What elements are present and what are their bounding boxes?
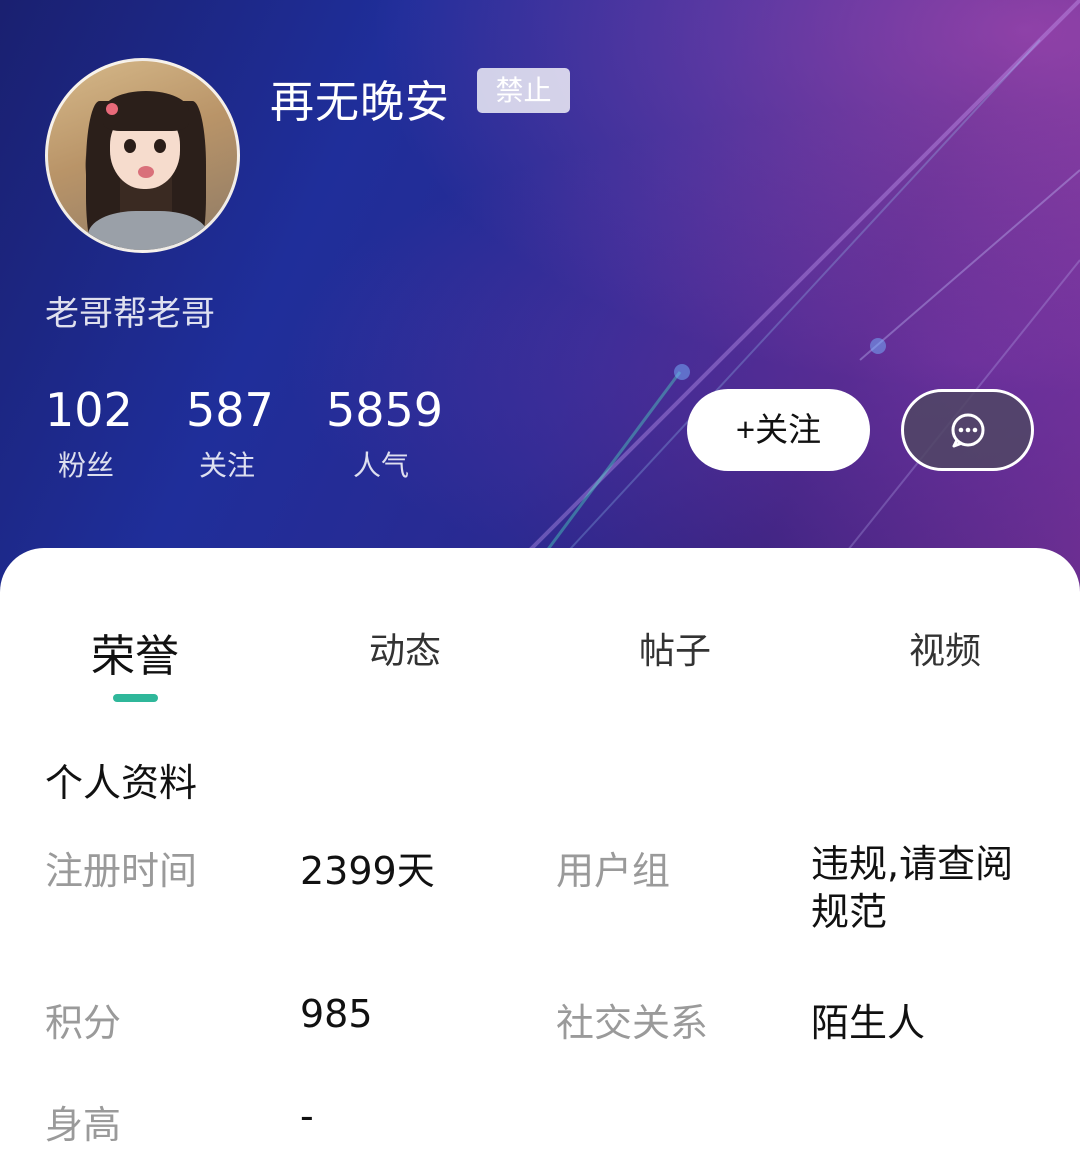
stat-following[interactable]: 587 关注 xyxy=(186,382,274,484)
section-title: 个人资料 xyxy=(45,761,198,805)
status-badge: 禁止 xyxy=(477,68,570,113)
stat-label: 粉丝 xyxy=(57,449,114,482)
avatar[interactable] xyxy=(45,58,240,253)
tab-videos[interactable]: 视频 xyxy=(885,622,1005,674)
stat-fans[interactable]: 102 粉丝 xyxy=(45,382,133,484)
field-value-points: 985 xyxy=(300,992,373,1036)
tab-posts[interactable]: 帖子 xyxy=(615,622,735,674)
field-value-height: - xyxy=(300,1094,314,1138)
profile-header: 再无晚安 禁止 老哥帮老哥 102 粉丝 587 关注 5859 人气 +关注 xyxy=(0,0,1080,600)
stat-value: 587 xyxy=(186,383,274,437)
field-label-points: 积分 xyxy=(45,1001,122,1045)
tab-indicator xyxy=(113,694,158,702)
field-value-relationship: 陌生人 xyxy=(811,1001,926,1045)
tab-honor[interactable]: 荣誉 xyxy=(75,620,195,684)
message-button[interactable] xyxy=(901,389,1034,471)
stat-label: 人气 xyxy=(352,449,409,482)
signature: 老哥帮老哥 xyxy=(45,294,215,334)
field-label-height: 身高 xyxy=(45,1103,122,1147)
field-label-relationship: 社交关系 xyxy=(556,1001,709,1045)
stat-popularity: 5859 人气 xyxy=(326,382,444,484)
stat-value: 5859 xyxy=(326,383,444,437)
field-label-user-group: 用户组 xyxy=(556,849,671,893)
field-value-register-time: 2399天 xyxy=(300,849,435,893)
field-label-register-time: 注册时间 xyxy=(45,849,198,893)
field-value-user-group: 违规,请查阅规范 xyxy=(811,842,1014,934)
follow-button[interactable]: +关注 xyxy=(687,389,870,471)
stat-value: 102 xyxy=(45,383,133,437)
stat-label: 关注 xyxy=(198,449,255,482)
chat-bubble-icon xyxy=(951,413,984,448)
username: 再无晚安 xyxy=(270,77,450,128)
tab-activity[interactable]: 动态 xyxy=(345,622,465,674)
